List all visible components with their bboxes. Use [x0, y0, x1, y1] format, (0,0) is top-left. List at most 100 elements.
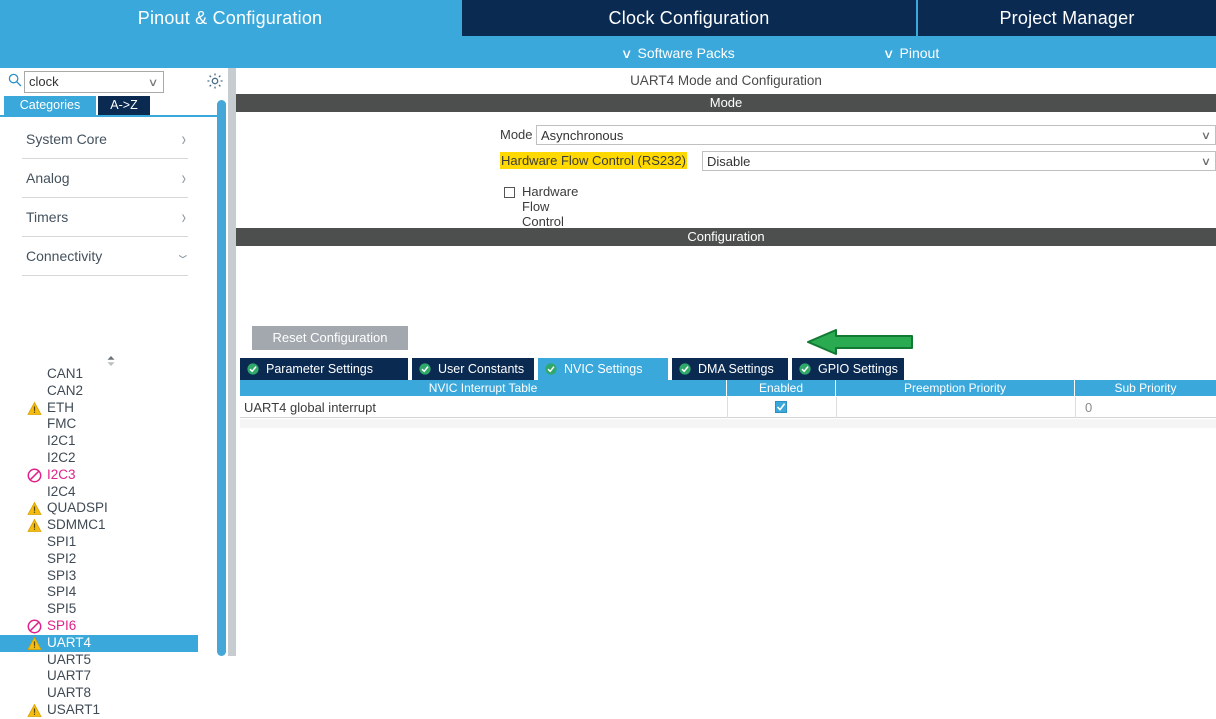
table-header-row: NVIC Interrupt Table Enabled Preemption … — [240, 380, 1216, 396]
mode-label: Mode — [500, 127, 533, 142]
peripheral-item-i2c2[interactable]: I2C2 — [0, 450, 217, 467]
peripheral-item-label: UART4 — [47, 634, 92, 650]
peripheral-item-label: CAN1 — [47, 366, 84, 381]
conflict-no-entry-icon — [27, 468, 42, 483]
mode-select-value: Asynchronous — [541, 128, 624, 143]
peripheral-item-uart8[interactable]: UART8 — [0, 685, 217, 702]
sidebar: clock ∨ Categories A->Z System Core › An… — [0, 68, 223, 717]
hardware-flow-control-rs232-value: Disable — [707, 154, 751, 169]
subtab-software-packs[interactable]: ∨ Software Packs — [621, 40, 735, 66]
check-circle-icon — [247, 363, 259, 375]
sidebar-scrollbar-thumb[interactable] — [217, 100, 226, 656]
sidebar-group-timers[interactable]: Timers › — [22, 198, 188, 237]
peripheral-item-label: UART7 — [47, 668, 92, 684]
sidebar-group-connectivity[interactable]: Connectivity › — [22, 237, 195, 276]
column-header-enabled[interactable]: Enabled — [727, 380, 835, 396]
subtab-pinout[interactable]: ∨ Pinout — [883, 40, 940, 66]
peripheral-item-label: USART1 — [47, 701, 101, 717]
config-tab-label: User Constants — [438, 362, 525, 376]
config-tab-gpio-settings[interactable]: GPIO Settings — [792, 358, 904, 380]
hardware-flow-control-rs232-select[interactable]: Disable ∨ — [702, 151, 1216, 171]
cell-divider — [1075, 397, 1076, 418]
peripheral-item-label: SPI2 — [47, 550, 77, 566]
peripheral-item-label: SDMMC1 — [47, 517, 106, 533]
configuration-section-header: Configuration — [236, 228, 1216, 246]
peripheral-item-uart7[interactable]: UART7 — [0, 668, 217, 685]
peripheral-item-spi1[interactable]: SPI1 — [0, 534, 217, 551]
cell-interrupt-name: UART4 global interrupt — [244, 400, 376, 415]
table-empty-area — [240, 419, 1216, 428]
peripheral-item-label: SPI3 — [47, 567, 77, 583]
peripheral-item-spi6[interactable]: SPI6 — [0, 618, 217, 635]
peripheral-item-can2[interactable]: CAN2 — [0, 383, 217, 400]
peripheral-item-i2c3[interactable]: I2C3 — [0, 467, 217, 484]
check-circle-icon — [419, 363, 431, 375]
peripheral-item-label: SPI6 — [47, 617, 77, 633]
tab-project-manager[interactable]: Project Manager — [918, 0, 1216, 36]
peripheral-item-can1[interactable]: CAN1 — [0, 366, 217, 383]
reset-configuration-button[interactable]: Reset Configuration — [252, 326, 408, 350]
search-icon[interactable] — [8, 73, 22, 87]
configuration-section-body: Reset Configuration Parameter Settings Us… — [236, 246, 1216, 656]
sidebar-group-label: Connectivity — [26, 248, 103, 264]
sidebar-group-label: Analog — [26, 170, 70, 186]
peripheral-item-quadspi[interactable]: QUADSPI — [0, 500, 217, 517]
nvic-interrupt-table: NVIC Interrupt Table Enabled Preemption … — [240, 380, 1216, 428]
cell-sub-priority: 0 — [1085, 400, 1093, 415]
sidebar-tab-a-to-z[interactable]: A->Z — [98, 96, 150, 115]
sidebar-group-label: System Core — [26, 131, 107, 147]
sidebar-tab-categories[interactable]: Categories — [4, 96, 96, 115]
peripheral-item-i2c4[interactable]: I2C4 — [0, 484, 217, 501]
chevron-down-icon[interactable]: ∨ — [148, 76, 159, 89]
peripheral-item-label: UART8 — [47, 685, 92, 701]
sidebar-group-analog[interactable]: Analog › — [22, 159, 188, 198]
search-input[interactable]: clock ∨ — [24, 71, 164, 93]
peripheral-item-uart4[interactable]: UART4 — [0, 634, 198, 652]
peripheral-item-eth[interactable]: ETH — [0, 400, 217, 417]
tab-clock-configuration[interactable]: Clock Configuration — [462, 0, 916, 36]
mode-select[interactable]: Asynchronous ∨ — [536, 125, 1216, 145]
peripheral-list: CAN1 CAN2 ETH FMC I2C1 I2C2 I2C3 I2C4 QUADSPI SDM… — [0, 366, 217, 719]
peripheral-item-spi5[interactable]: SPI5 — [0, 601, 217, 618]
peripheral-item-spi2[interactable]: SPI2 — [0, 551, 217, 568]
peripheral-item-spi4[interactable]: SPI4 — [0, 584, 217, 601]
search-input-value: clock — [29, 74, 59, 89]
mode-section-body: Mode Asynchronous ∨ Hardware Flow Contro… — [236, 112, 1216, 272]
conflict-no-entry-icon — [27, 619, 42, 634]
tab-pinout-configuration[interactable]: Pinout & Configuration — [0, 0, 460, 36]
sidebar-selector-tabs: Categories A->Z — [0, 96, 217, 115]
warning-triangle-icon — [27, 636, 42, 650]
hardware-flow-control-rs485-checkbox[interactable] — [504, 187, 515, 198]
peripheral-item-label: SPI5 — [47, 601, 77, 617]
peripheral-item-usart1[interactable]: USART1 — [0, 702, 217, 719]
peripheral-item-fmc[interactable]: FMC — [0, 416, 217, 433]
chevron-right-icon: › — [181, 127, 186, 150]
top-tab-bar: Pinout & Configuration Clock Configurati… — [0, 0, 1216, 68]
peripheral-item-label: I2C4 — [47, 483, 76, 499]
sidebar-search-row: clock ∨ — [0, 68, 223, 96]
peripheral-item-uart5[interactable]: UART5 — [0, 652, 217, 669]
cell-enabled-checkbox[interactable] — [775, 401, 787, 413]
config-tab-nvic-settings[interactable]: NVIC Settings — [538, 358, 668, 380]
column-header-preemption-priority[interactable]: Preemption Priority — [836, 380, 1074, 396]
panel-splitter[interactable] — [228, 68, 236, 656]
cell-divider — [836, 397, 837, 418]
column-header-nvic-interrupt-table[interactable]: NVIC Interrupt Table — [240, 380, 726, 396]
check-circle-icon — [545, 363, 557, 375]
warning-triangle-icon — [27, 703, 42, 717]
peripheral-item-spi3[interactable]: SPI3 — [0, 568, 217, 585]
config-tab-parameter-settings[interactable]: Parameter Settings — [240, 358, 408, 380]
peripheral-item-i2c1[interactable]: I2C1 — [0, 433, 217, 450]
peripheral-item-label: CAN2 — [47, 382, 84, 398]
sidebar-group-system-core[interactable]: System Core › — [22, 120, 188, 159]
table-row[interactable]: UART4 global interrupt 0 — [240, 397, 1216, 418]
mode-section-header: Mode — [236, 94, 1216, 112]
cell-divider — [727, 397, 728, 418]
gear-icon[interactable] — [206, 72, 224, 90]
column-header-sub-priority[interactable]: Sub Priority — [1075, 380, 1216, 396]
subtab-pinout-label: Pinout — [899, 45, 940, 61]
config-tab-user-constants[interactable]: User Constants — [412, 358, 534, 380]
config-tab-dma-settings[interactable]: DMA Settings — [672, 358, 788, 380]
peripheral-item-label: QUADSPI — [47, 500, 108, 516]
peripheral-item-sdmmc1[interactable]: SDMMC1 — [0, 517, 217, 534]
